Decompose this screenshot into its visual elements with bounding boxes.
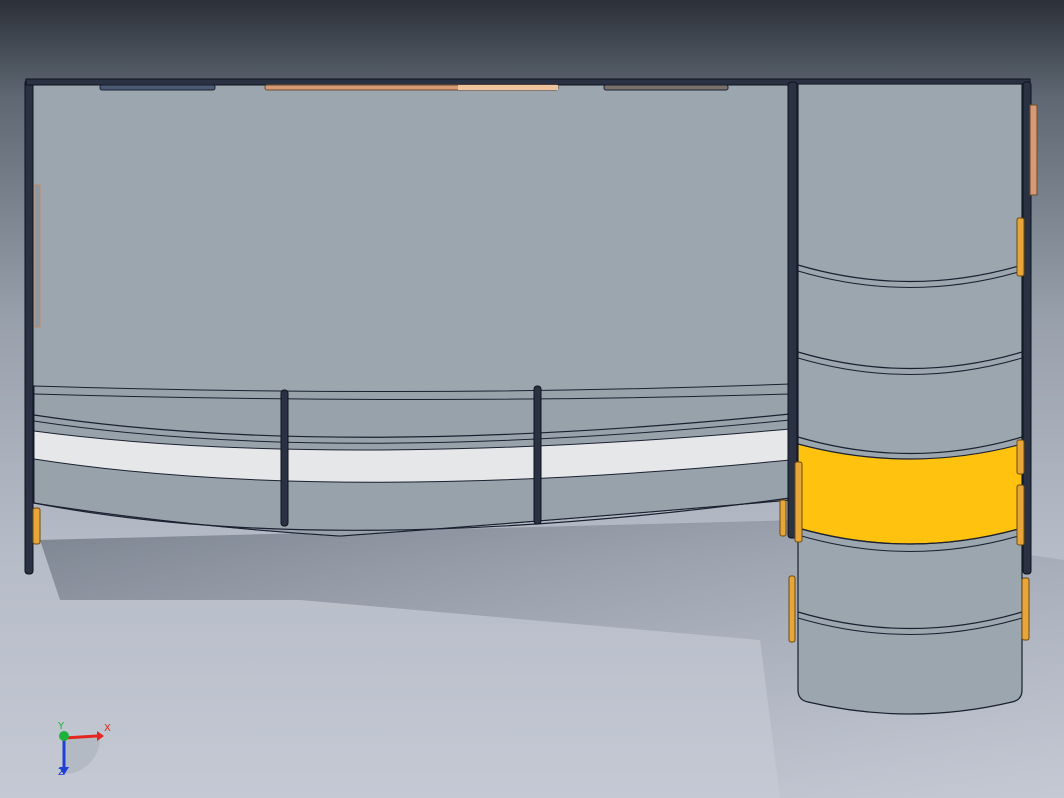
left-bracket[interactable] <box>32 507 41 545</box>
x-axis-label: X <box>104 723 111 734</box>
top-hardware <box>99 84 216 91</box>
bracket[interactable] <box>1016 484 1025 546</box>
bracket[interactable] <box>779 499 787 537</box>
top-hardware <box>458 85 558 90</box>
return-panel[interactable] <box>797 83 1023 715</box>
y-axis-label: Y <box>58 721 65 732</box>
x-axis-arrowhead <box>97 731 104 741</box>
bracket[interactable] <box>1016 217 1025 277</box>
band-support[interactable] <box>280 389 289 527</box>
triad-quadrant <box>64 738 100 774</box>
bracket[interactable] <box>788 575 796 643</box>
graphics-viewport[interactable]: X Y Z <box>0 0 1064 798</box>
return-right-strip <box>1029 104 1038 196</box>
left-upright[interactable] <box>24 79 34 575</box>
top-hardware <box>603 84 729 91</box>
selected-segment[interactable] <box>797 443 1023 545</box>
bracket[interactable] <box>1016 439 1025 475</box>
model-view[interactable] <box>0 0 1064 798</box>
z-axis-label: Z <box>58 767 65 778</box>
bracket[interactable] <box>1021 577 1030 641</box>
left-side-strip <box>34 184 41 328</box>
y-axis-dot <box>59 731 69 741</box>
band-support[interactable] <box>533 385 542 525</box>
bracket[interactable] <box>794 461 803 543</box>
orientation-triad <box>59 731 104 775</box>
